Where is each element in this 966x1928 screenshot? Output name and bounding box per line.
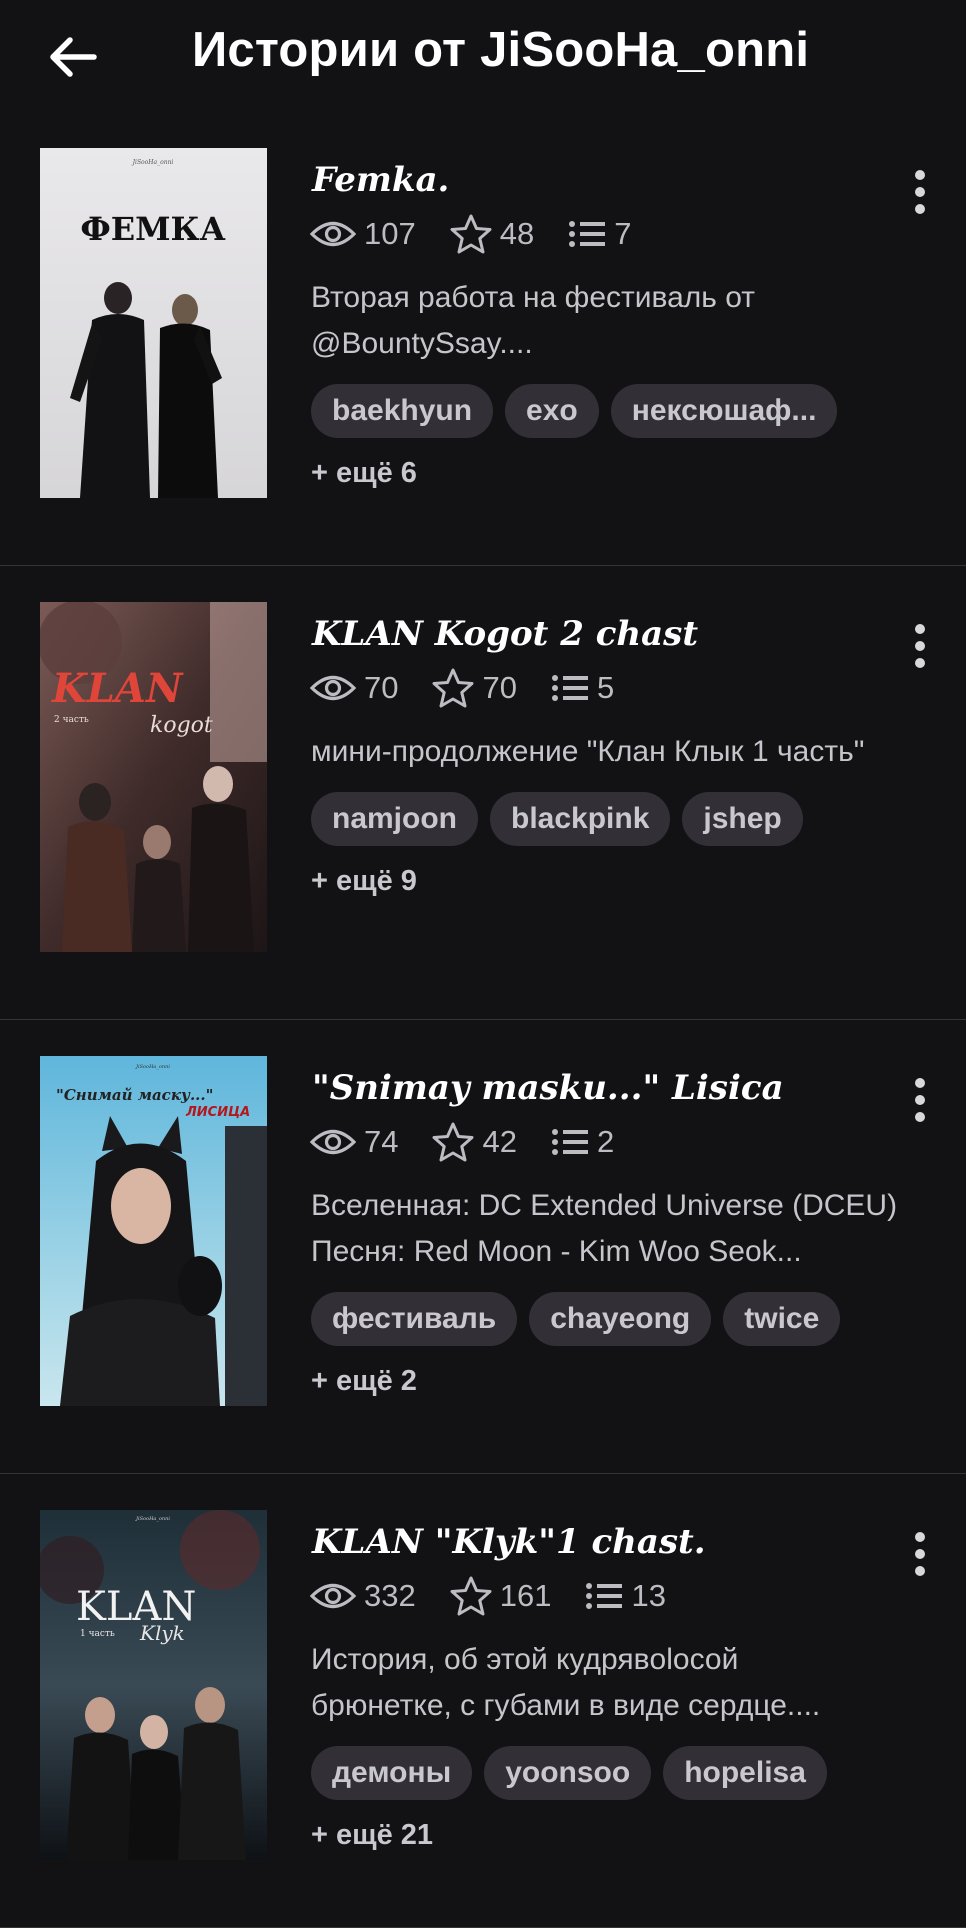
story-title[interactable]: "Snimay masku..." Lisica — [312, 1068, 784, 1108]
story-description: мини-продолжение "Клан Клык 1 часть" — [311, 735, 865, 768]
views-count: 107 — [364, 216, 416, 251]
svg-text:JiSooHa_onni: JiSooHa_onni — [135, 1516, 170, 1522]
back-button[interactable] — [44, 28, 102, 86]
svg-text:KLAN: KLAN — [51, 665, 184, 712]
star-icon — [450, 214, 492, 254]
star-icon — [450, 1576, 492, 1616]
more-menu-button[interactable] — [900, 162, 940, 222]
story-cover[interactable]: KLAN kogot 2 часть — [40, 602, 267, 952]
eye-icon — [310, 221, 356, 247]
story-cover[interactable]: JiSooHa_onni KLAN Klyk 1 часть — [40, 1510, 267, 1860]
story-title[interactable]: KLAN "Klyk"1 chast. — [312, 1522, 706, 1562]
story-item[interactable]: KLAN kogot 2 часть KLAN Kogot 2 chast 70… — [0, 566, 966, 1020]
views-stat: 332 — [310, 1578, 416, 1614]
story-list: JiSooHa_onni ФЕМКА Femka. 107 48 7 Втора… — [0, 112, 966, 1928]
page-title: Истории от JiSooHa_onni — [192, 23, 810, 77]
tag-chip[interactable]: blackpink — [490, 792, 671, 846]
tag-list: namjoon blackpink jshep — [311, 792, 815, 846]
views-count: 74 — [364, 1124, 399, 1159]
tag-chip[interactable]: twice — [723, 1292, 841, 1346]
parts-count: 5 — [596, 670, 615, 705]
tag-chip[interactable]: yoonsoo — [484, 1746, 652, 1800]
more-menu-button[interactable] — [900, 616, 940, 676]
tag-chip[interactable]: нексюшаф... — [610, 384, 838, 438]
tag-chip[interactable]: фестиваль — [311, 1292, 518, 1346]
svg-text:2 часть: 2 часть — [54, 715, 89, 725]
story-title[interactable]: Femka. — [312, 160, 449, 200]
parts-stat: 13 — [585, 1578, 666, 1614]
tag-list: baekhyun exo нексюшаф... — [311, 384, 849, 438]
views-stat: 74 — [310, 1124, 398, 1160]
more-menu-button[interactable] — [900, 1070, 940, 1130]
more-menu-button[interactable] — [900, 1524, 940, 1584]
parts-stat: 5 — [551, 670, 614, 706]
tag-chip[interactable]: exo — [505, 384, 599, 438]
eye-icon — [310, 1129, 356, 1155]
story-stats: 332 161 13 — [310, 1574, 700, 1618]
tag-chip[interactable]: jshep — [682, 792, 803, 846]
tag-list: демоны yoonsoo hopelisa — [311, 1746, 839, 1800]
svg-text:"Снимай маску...": "Снимай маску..." — [56, 1086, 213, 1104]
votes-stat: 70 — [432, 668, 517, 708]
story-stats: 107 48 7 — [310, 212, 665, 256]
tag-chip[interactable]: chayeong — [529, 1292, 712, 1346]
story-stats: 70 70 5 — [310, 666, 648, 710]
star-icon — [432, 1122, 474, 1162]
story-title[interactable]: KLAN Kogot 2 chast — [312, 614, 698, 654]
votes-count: 48 — [499, 216, 535, 251]
parts-count: 7 — [614, 216, 632, 251]
votes-count: 161 — [499, 1578, 552, 1613]
list-icon — [551, 675, 588, 701]
more-tags-link[interactable]: + ещё 2 — [311, 1365, 417, 1398]
list-icon — [551, 1129, 588, 1155]
votes-stat: 161 — [450, 1576, 552, 1616]
story-stats: 74 42 2 — [310, 1120, 648, 1164]
list-icon — [586, 1583, 623, 1609]
story-description: Вторая работа на фестиваль от @BountySsa… — [311, 281, 756, 360]
arrow-left-icon — [50, 37, 97, 77]
svg-text:ЛИСИЦА: ЛИСИЦА — [185, 1105, 250, 1120]
svg-text:JiSooHa_onni: JiSooHa_onni — [135, 1064, 170, 1070]
more-tags-link[interactable]: + ещё 6 — [311, 457, 417, 490]
tag-chip[interactable]: namjoon — [311, 792, 478, 846]
story-item[interactable]: JiSooHa_onni "Снимай маску..." ЛИСИЦА "S… — [0, 1020, 966, 1474]
views-stat: 70 — [310, 670, 398, 706]
svg-text:1 часть: 1 часть — [80, 1629, 115, 1639]
svg-text:JiSooHa_onni: JiSooHa_onni — [131, 159, 174, 166]
tag-chip[interactable]: демоны — [311, 1746, 473, 1800]
votes-count: 42 — [482, 1124, 517, 1159]
votes-stat: 48 — [450, 214, 534, 254]
more-tags-link[interactable]: + ещё 21 — [311, 1819, 433, 1852]
story-item[interactable]: JiSooHa_onni KLAN Klyk 1 часть KLAN "Kly… — [0, 1474, 966, 1928]
parts-stat: 7 — [568, 216, 631, 252]
views-count: 332 — [364, 1578, 416, 1613]
story-item[interactable]: JiSooHa_onni ФЕМКА Femka. 107 48 7 Втора… — [0, 112, 966, 566]
parts-stat: 2 — [551, 1124, 614, 1160]
story-cover[interactable]: JiSooHa_onni ФЕМКА — [40, 148, 267, 498]
star-icon — [432, 668, 474, 708]
story-cover[interactable]: JiSooHa_onni "Снимай маску..." ЛИСИЦА — [40, 1056, 267, 1406]
views-stat: 107 — [310, 216, 416, 252]
votes-stat: 42 — [432, 1122, 517, 1162]
votes-count: 70 — [482, 670, 517, 705]
story-description: История, об этой кудрявolосой брюнетке, … — [311, 1643, 821, 1722]
parts-count: 2 — [596, 1124, 615, 1159]
more-tags-link[interactable]: + ещё 9 — [311, 865, 417, 898]
svg-text:kogot: kogot — [150, 713, 213, 738]
story-description: Вселенная: DC Extended Universe (DCEU) П… — [311, 1189, 898, 1268]
svg-text:ФЕМКА: ФЕМКА — [80, 210, 225, 248]
list-icon — [569, 221, 606, 247]
tag-list: фестиваль chayeong twice — [311, 1292, 852, 1346]
tag-chip[interactable]: hopelisa — [663, 1746, 827, 1800]
views-count: 70 — [364, 670, 399, 705]
svg-text:Klyk: Klyk — [139, 1621, 185, 1645]
app-bar: Истории от JiSooHa_onni — [0, 0, 966, 112]
eye-icon — [310, 675, 356, 701]
parts-count: 13 — [631, 1578, 666, 1613]
tag-chip[interactable]: baekhyun — [311, 384, 494, 438]
eye-icon — [310, 1583, 356, 1609]
